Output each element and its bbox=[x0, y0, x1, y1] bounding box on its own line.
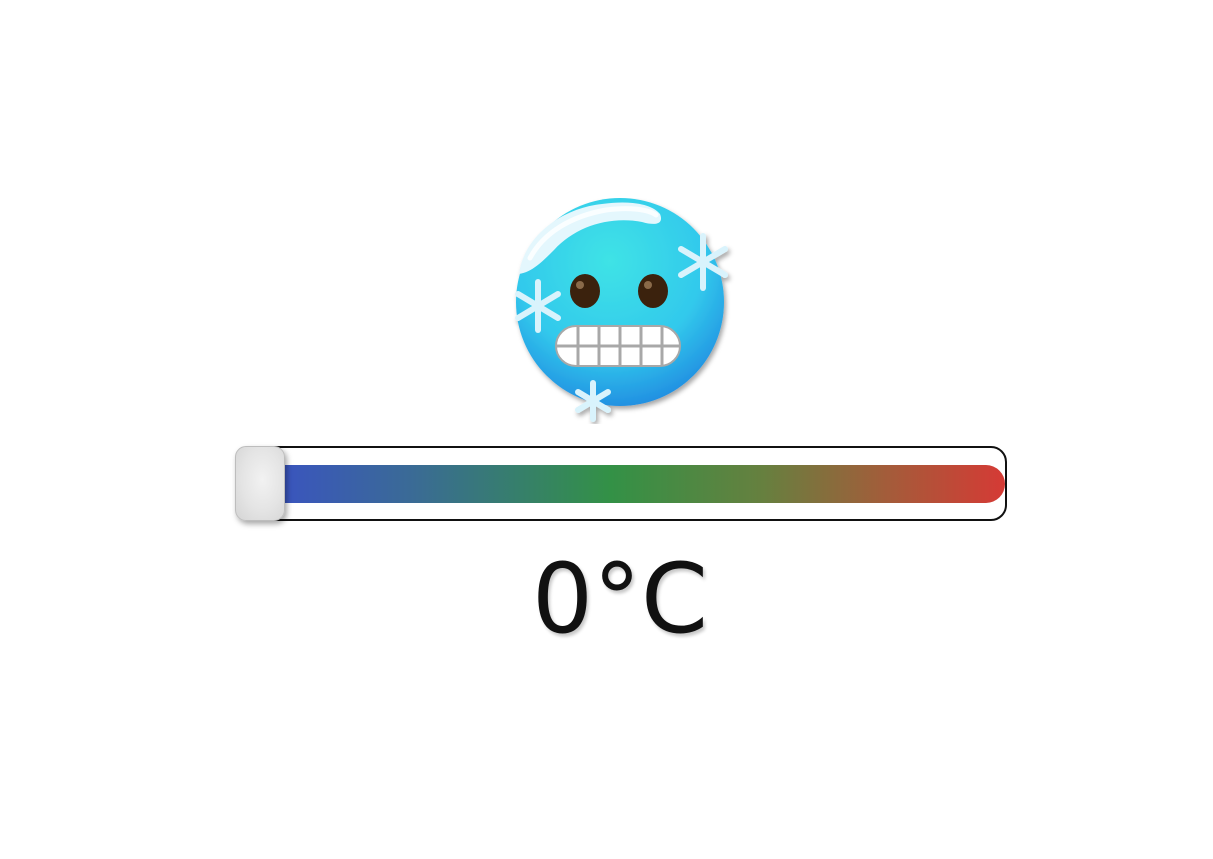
temperature-readout: 0°C bbox=[531, 543, 709, 655]
temperature-slider[interactable] bbox=[235, 446, 1007, 521]
slider-thumb[interactable] bbox=[235, 446, 285, 521]
cold-face-icon bbox=[515, 198, 728, 422]
slider-track[interactable] bbox=[247, 465, 1005, 503]
temperature-widget: 0°C bbox=[0, 0, 1213, 859]
